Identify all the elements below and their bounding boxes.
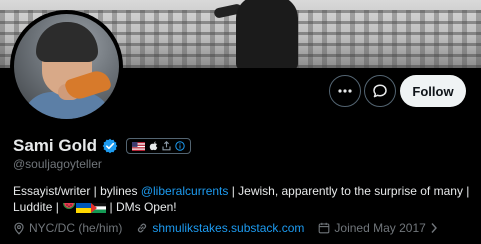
bio-text-prefix: Essayist/writer | bylines [13,184,141,198]
website-link[interactable]: shmulikstakes.substack.com [152,221,304,235]
apple-icon [149,141,158,151]
location-text: NYC/DC (he/him) [29,221,123,235]
website-item[interactable]: shmulikstakes.substack.com [136,221,304,235]
profile-handle: @souljagoyteller [13,157,102,171]
verified-badge-icon[interactable] [102,138,118,154]
us-flag-icon [132,141,146,151]
avatar-hair [36,22,98,62]
joined-item: Joined May 2017 [318,221,437,235]
joined-text: Joined May 2017 [334,221,426,235]
more-horizontal-icon [338,89,352,93]
follow-button[interactable]: Follow [400,75,466,107]
message-button[interactable] [364,75,396,107]
calendar-icon [319,222,330,234]
share-icon [162,141,171,151]
message-bubble-icon [373,84,387,98]
avatar-photo [14,14,119,119]
location-pin-icon [14,222,24,235]
profile-name-row: Sami Gold [13,136,192,156]
banner-figure [236,0,298,68]
more-button[interactable] [329,75,361,107]
bio-text-suffix: | DMs Open! [106,200,177,214]
palestine-flag-icon [91,201,107,217]
ukraine-flag-icon [76,201,92,217]
watermelon-icon [62,201,76,217]
info-icon [175,141,185,151]
profile-meta-row: NYC/DC (he/him) shmulikstakes.substack.c… [13,221,452,235]
profile-name: Sami Gold [13,136,98,155]
location-item: NYC/DC (he/him) [13,221,122,235]
chevron-right-icon[interactable] [430,222,438,234]
profile-bio: Essayist/writer | bylines @liberalcurren… [13,183,473,217]
avatar[interactable] [10,10,123,123]
link-icon [138,223,147,233]
affiliation-badge-chip[interactable] [126,138,192,154]
bio-mention-link[interactable]: @liberalcurrents [141,184,229,198]
